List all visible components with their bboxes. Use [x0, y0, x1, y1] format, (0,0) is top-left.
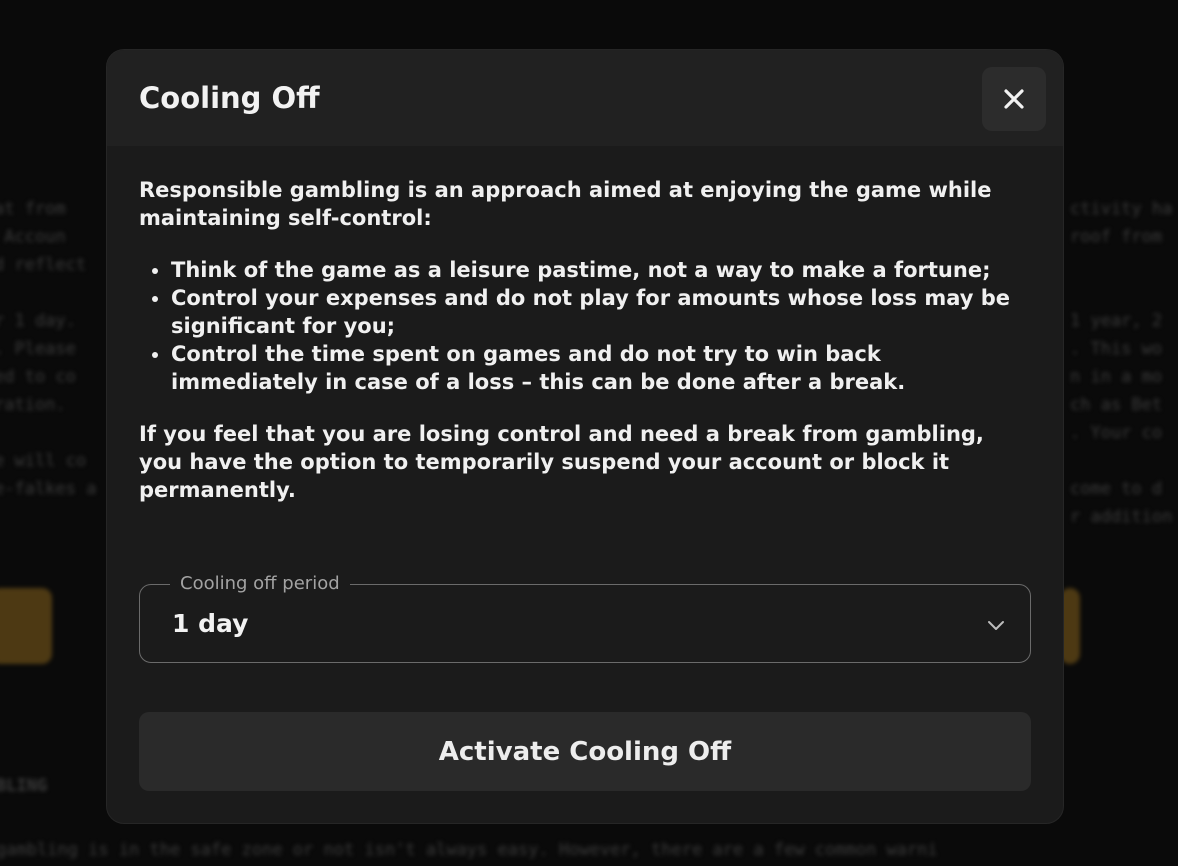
background-paragraph: gambling is in the safe zone or not isn'… [0, 840, 938, 860]
close-icon [1004, 89, 1024, 109]
cooling-off-period-value: 1 day [172, 609, 249, 638]
modal-body: Responsible gambling is an approach aime… [107, 146, 1063, 504]
cooling-off-modal: Cooling Off Responsible gambling is an a… [106, 49, 1064, 824]
cooling-off-period-label: Cooling off period [170, 572, 350, 596]
background-text-right: ctivity ha roof from 1 year, 2 . This wo… [1070, 199, 1173, 527]
activate-cooling-off-button[interactable]: Activate Cooling Off [139, 712, 1031, 791]
tip-item: Think of the game as a leisure pastime, … [171, 256, 1031, 284]
tip-item: Control the time spent on games and do n… [171, 340, 1031, 396]
tips-list: Think of the game as a leisure pastime, … [139, 256, 1031, 396]
background-text-left: at from Accoun d reflect r 1 day. . Plea… [0, 199, 97, 499]
intro-text: Responsible gambling is an approach aime… [139, 178, 992, 230]
tip-item: Control your expenses and do not play fo… [171, 284, 1031, 340]
background-button-left [0, 588, 52, 664]
modal-header: Cooling Off [107, 50, 1063, 146]
cooling-off-period-select[interactable]: Cooling off period 1 day [139, 572, 1031, 663]
background-heading: BLING [0, 776, 48, 796]
outro-text: If you feel that you are losing control … [139, 422, 984, 502]
modal-title: Cooling Off [139, 81, 320, 115]
chevron-down-icon [988, 621, 1004, 630]
close-button[interactable] [982, 67, 1046, 131]
